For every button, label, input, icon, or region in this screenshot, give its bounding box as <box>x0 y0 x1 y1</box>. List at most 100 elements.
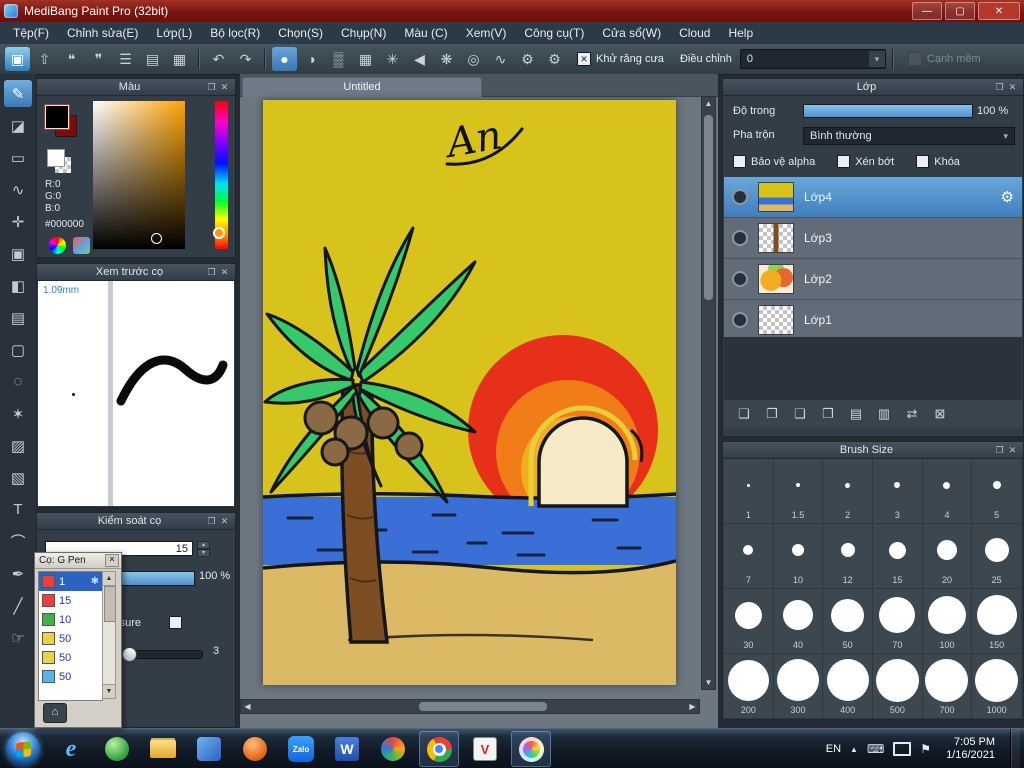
settings-gear-icon[interactable]: ⚙ <box>542 47 567 71</box>
move-tool[interactable]: ✛ <box>4 208 32 235</box>
menu-item[interactable]: Cửa sổ(W) <box>593 22 670 44</box>
spin-up-icon[interactable]: ▴ <box>197 541 210 549</box>
brush-size-cell[interactable]: 700 <box>922 654 973 719</box>
pressure-slider-knob[interactable] <box>122 647 137 662</box>
brush-size-column[interactable]: 1.09mm <box>38 281 113 506</box>
taskbar-zalo[interactable]: Zalo <box>281 731 321 767</box>
rectangle-tool[interactable]: ▭ <box>4 144 32 171</box>
start-button[interactable] <box>6 732 40 766</box>
undo-icon[interactable]: ↶ <box>206 47 231 71</box>
chevron-down-icon[interactable]: ▾ <box>868 51 885 67</box>
language-indicator[interactable]: EN <box>826 743 841 755</box>
layer-row[interactable]: Lớp1 <box>724 300 1022 341</box>
taskbar-media-app[interactable] <box>189 731 229 767</box>
layer-option-checkbox[interactable]: Khóa <box>916 155 960 168</box>
brush-size-cell[interactable]: 4 <box>922 459 973 524</box>
brush-list-item[interactable]: 15 <box>39 591 102 610</box>
brush-size-cell[interactable]: 15 <box>873 524 923 589</box>
soft-edge-checkbox[interactable]: Cạnh mềm <box>907 52 981 66</box>
taskbar-orange-app[interactable] <box>235 731 275 767</box>
save-icon[interactable]: ▣ <box>5 47 30 71</box>
brush-size-cell[interactable]: 500 <box>873 654 923 719</box>
fill-rect-tool[interactable]: ▣ <box>4 240 32 267</box>
concentric-icon[interactable]: ◎ <box>461 47 486 71</box>
scroll-right-icon[interactable]: ▶ <box>686 700 699 713</box>
flag-icon[interactable]: ⚑ <box>920 742 931 756</box>
taskbar-green-app[interactable] <box>97 731 137 767</box>
adjust-dropdown[interactable]: 0 ▾ <box>739 49 886 69</box>
document-tab[interactable]: Untitled <box>242 77 482 97</box>
brush-size-cell[interactable]: 7 <box>724 524 774 589</box>
menu-item[interactable]: Chỉnh sửa(E) <box>58 22 147 44</box>
close-icon[interactable]: ✕ <box>1006 445 1019 456</box>
brush-size-header[interactable]: x Brush Size ❐ ✕ <box>723 442 1023 459</box>
white-swatch[interactable] <box>47 149 65 167</box>
select-pen-tool[interactable]: ▨ <box>4 432 32 459</box>
checkbox-box[interactable] <box>916 155 930 168</box>
eyedropper-tool[interactable]: ✒ <box>4 560 32 587</box>
horizontal-scrollbar[interactable]: ◀ ▶ <box>240 699 700 714</box>
checkbox-box[interactable] <box>837 155 851 168</box>
duplicate-layer-icon[interactable]: ❐ <box>762 404 782 424</box>
brush-size-cell[interactable]: 20 <box>922 524 973 589</box>
maximize-button[interactable]: ▢ <box>945 2 975 20</box>
hand-tool[interactable]: ☞ <box>4 624 32 651</box>
new-layer-icon[interactable]: ❏ <box>734 404 754 424</box>
menu-item[interactable]: Chọn(S) <box>269 22 332 44</box>
horizontal-scroll-thumb[interactable] <box>419 702 547 711</box>
brush-list-popup[interactable]: Cọ: G Pen ✕ 1 ✱ 15 10 50 50 50 ▲ ▼ ⌂ <box>34 552 122 728</box>
notes-icon[interactable]: ❞ <box>86 47 111 71</box>
prev-icon[interactable]: ◀ <box>407 47 432 71</box>
menu-item[interactable]: Lớp(L) <box>147 22 201 44</box>
popout-icon[interactable]: ❐ <box>993 445 1006 456</box>
brush-size-cell[interactable]: 2 <box>823 459 873 524</box>
scrollbar-thumb[interactable] <box>104 586 116 622</box>
brush-control-header[interactable]: x Kiểm soát cọ ❐ ✕ <box>37 513 235 530</box>
export-icon[interactable]: ⇧ <box>32 47 57 71</box>
taskbar-folder[interactable] <box>143 731 183 767</box>
layer-visibility-dot[interactable] <box>732 271 748 287</box>
brush-list-item[interactable]: 10 <box>39 610 102 629</box>
brush-size-cell[interactable]: 10 <box>773 524 824 589</box>
brush-size-cell[interactable]: 70 <box>873 589 923 654</box>
close-icon[interactable]: ✕ <box>105 554 119 567</box>
menu-item[interactable]: Cloud <box>670 22 719 44</box>
scroll-up-icon[interactable]: ▲ <box>103 572 115 586</box>
brush-list-item[interactable]: 50 <box>39 629 102 648</box>
layer-visibility-dot[interactable] <box>732 312 748 328</box>
brush-size-cell[interactable]: 300 <box>773 654 824 719</box>
layer-row[interactable]: Lớp2 <box>724 259 1022 300</box>
select-eraser-tool[interactable]: ▧ <box>4 464 32 491</box>
title-bar[interactable]: MediBang Paint Pro (32bit) — ▢ ✕ <box>0 0 1024 22</box>
blend-mode-dropdown[interactable]: Bình thường ▾ <box>803 127 1015 145</box>
taskbar-paint-app[interactable] <box>373 731 413 767</box>
network-icon[interactable] <box>893 742 912 756</box>
menu-item[interactable]: Công cụ(T) <box>515 22 593 44</box>
hue-cursor[interactable] <box>213 227 225 239</box>
brush-popup-titlebar[interactable]: Cọ: G Pen ✕ <box>35 553 121 569</box>
brush-size-cell[interactable]: 200 <box>724 654 774 719</box>
add-layer-menu-icon[interactable]: ❒ <box>818 404 838 424</box>
layer-row[interactable]: Lớp3 <box>724 218 1022 259</box>
keyboard-icon[interactable]: ⌨ <box>867 742 884 756</box>
minimize-button[interactable]: — <box>912 2 942 20</box>
brush-size-cell[interactable]: 3 <box>873 459 923 524</box>
show-desktop-button[interactable] <box>1010 729 1020 768</box>
layer-opacity-slider[interactable] <box>803 104 973 118</box>
pattern-icon[interactable]: ✳ <box>380 47 405 71</box>
pressure-checkbox[interactable] <box>169 616 182 629</box>
layer-option-checkbox[interactable]: Xén bớt <box>837 155 894 168</box>
brush-list-item[interactable]: 1 ✱ <box>39 572 102 591</box>
brush-preview-header[interactable]: x Xem trước cọ ❐ ✕ <box>37 264 235 281</box>
layer-visibility-dot[interactable] <box>732 189 748 205</box>
bucket-tool[interactable]: ◧ <box>4 272 32 299</box>
antialias-checkbox[interactable]: ✕ Khử răng cưa <box>577 52 664 66</box>
merge-layer-icon[interactable]: ❑ <box>790 404 810 424</box>
eraser-tool[interactable]: ◪ <box>4 112 32 139</box>
color-panel-header[interactable]: x Màu ❐ ✕ <box>37 79 235 96</box>
brush-circle-icon[interactable]: ● <box>272 47 297 71</box>
scroll-down-icon[interactable]: ▼ <box>103 684 115 698</box>
scroll-left-icon[interactable]: ◀ <box>241 700 254 713</box>
brush-size-cell[interactable]: 1000 <box>972 654 1022 719</box>
pressure-slider[interactable] <box>122 647 203 662</box>
